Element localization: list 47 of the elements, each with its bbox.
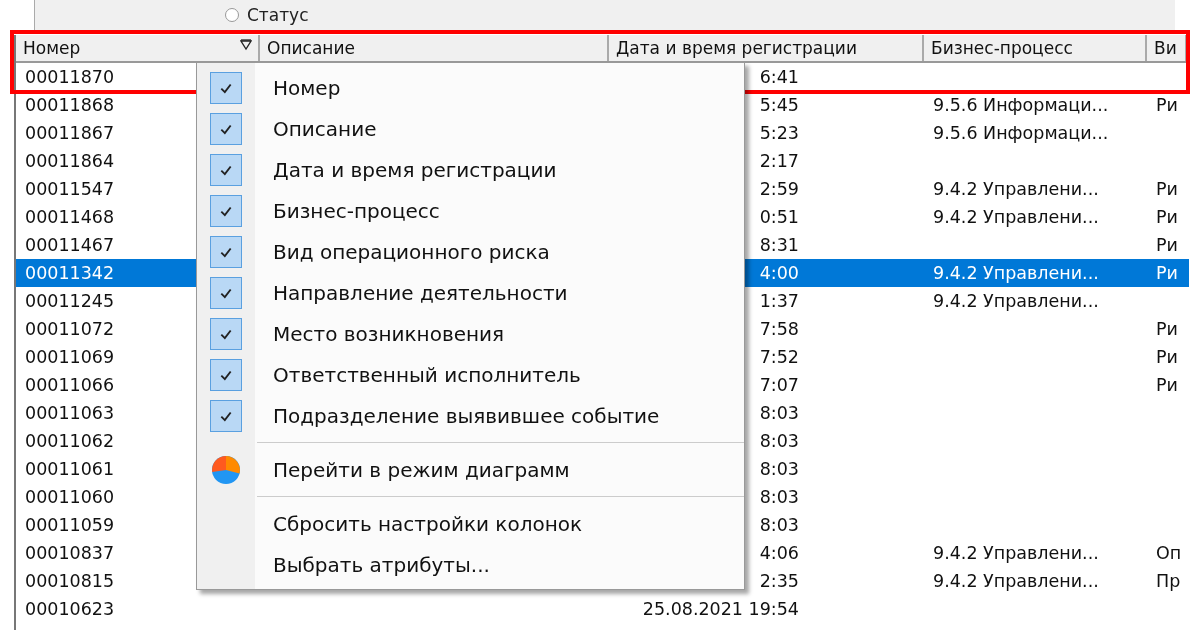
table-cell: Ри [1156, 235, 1178, 255]
table-cell: 4:06 [759, 543, 799, 563]
table-cell: Пр [1156, 571, 1181, 591]
table-cell: 5:23 [759, 123, 799, 143]
table-cell: 00010815 [25, 571, 115, 591]
table-cell: 00011069 [25, 347, 115, 367]
table-cell: 7:58 [759, 319, 799, 339]
table-cell: 25.08.2021 19:54 [642, 599, 799, 619]
table-cell: 5:45 [759, 95, 799, 115]
table-cell: Ри [1156, 347, 1178, 367]
table-cell: 9.4.2 Управлени... [933, 291, 1099, 311]
table-cell: 7:07 [759, 375, 799, 395]
table-cell: 00011062 [25, 431, 115, 451]
table-cell: 2:35 [759, 571, 799, 591]
table-cell: 2:17 [759, 151, 799, 171]
table-cell: Ри [1156, 95, 1178, 115]
table-cell: 8:03 [759, 487, 799, 507]
table-cell: 00011342 [25, 263, 115, 283]
table-cell: 0:51 [759, 207, 799, 227]
table-cell: 7:52 [759, 347, 799, 367]
table-cell: Ри [1156, 263, 1178, 283]
table-cell: 9.4.2 Управлени... [933, 571, 1099, 591]
table-cell: 9.4.2 Управлени... [933, 263, 1099, 283]
table-cell: 9.4.2 Управлени... [933, 207, 1099, 227]
table-cell: Ри [1156, 319, 1178, 339]
table-cell: Оп [1156, 543, 1182, 563]
table-cell: 8:03 [759, 431, 799, 451]
table-cell: 6:41 [759, 67, 799, 87]
table-cell: 8:31 [759, 235, 799, 255]
table-cell: 9.5.6 Информаци... [933, 95, 1109, 115]
table-cell: 00010623 [25, 599, 115, 619]
table-cell: 00010837 [25, 543, 115, 563]
table-cell: Ри [1156, 207, 1178, 227]
table-cell: 9.4.2 Управлени... [933, 179, 1099, 199]
table-cell: 4:00 [759, 263, 799, 283]
table-cell: 9.5.6 Информаци... [933, 123, 1109, 143]
table-cell: 1:37 [759, 291, 799, 311]
table-cell: 00011870 [25, 67, 115, 87]
table-cell: 2:59 [759, 179, 799, 199]
radio-label: Статус [247, 5, 309, 25]
table-cell: 00011868 [25, 95, 115, 115]
table-cell: Ри [1156, 375, 1178, 395]
table-cell: Ри [1156, 179, 1178, 199]
table-cell: 00011864 [25, 151, 115, 171]
table-cell: 00011547 [25, 179, 115, 199]
table-cell: 00011060 [25, 487, 115, 507]
table-cell: 9.4.2 Управлени... [933, 543, 1099, 563]
